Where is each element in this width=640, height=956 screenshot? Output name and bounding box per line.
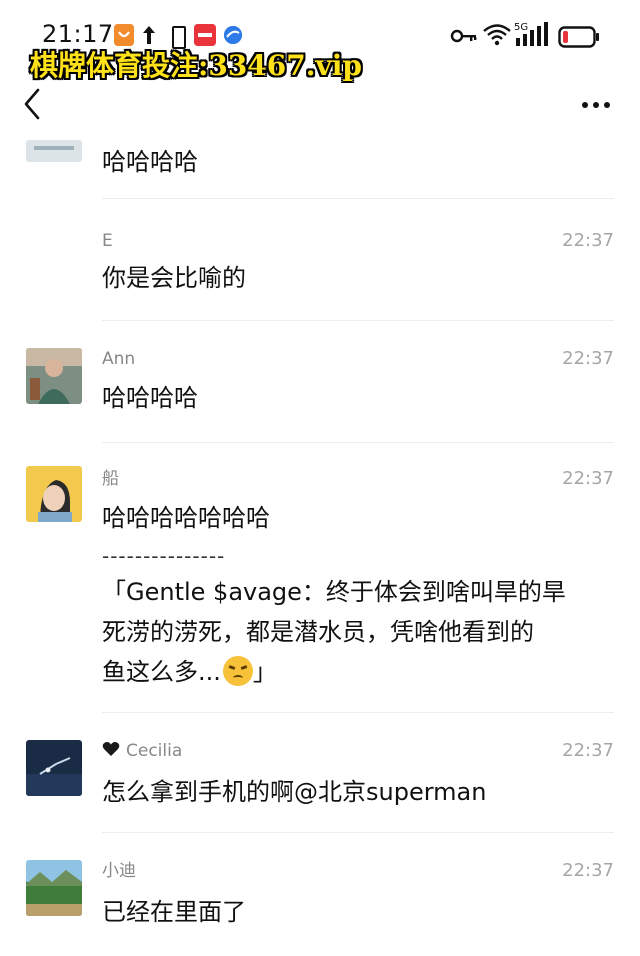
- divider: [102, 712, 614, 713]
- app-globe-icon: [224, 26, 242, 44]
- quote-line: 鱼这么多...: [102, 658, 221, 686]
- watermark-text: 棋牌体育投注:33467.vip: [30, 49, 362, 82]
- avatar[interactable]: [26, 466, 82, 522]
- quote-line: 「Gentle $avage：终于体会到啥叫旱的旱: [102, 578, 566, 606]
- message-item[interactable]: Ann 22:37 哈哈哈哈: [0, 346, 640, 446]
- battery-icon: [558, 26, 599, 48]
- network-label: 5G: [514, 22, 528, 33]
- avatar[interactable]: [26, 140, 82, 162]
- status-bar: 21:17 5G: [0, 0, 640, 49]
- message-item[interactable]: 船 22:37 哈哈哈哈哈哈哈 --------------- 「Gentle …: [0, 464, 640, 714]
- message-time: 22:37: [562, 230, 614, 251]
- message-sender: 小迪: [102, 861, 136, 881]
- message-sender: E: [102, 231, 113, 251]
- wifi-icon: [483, 24, 511, 46]
- avatar[interactable]: [26, 740, 82, 796]
- black-heart-icon: [102, 742, 120, 756]
- more-dots-icon: [582, 102, 588, 108]
- message-text: 你是会比喻的: [102, 264, 246, 292]
- quote-line: 死涝的涝死，都是潜水员，凭啥他看到的: [102, 618, 534, 646]
- avatar[interactable]: [26, 860, 82, 916]
- upload-icon: [142, 24, 156, 46]
- back-button[interactable]: [18, 86, 48, 122]
- avatar[interactable]: [26, 348, 82, 404]
- message-text: 哈哈哈哈哈哈哈: [102, 504, 270, 532]
- quote-line-last: 鱼这么多... 」: [102, 652, 622, 692]
- divider: [102, 320, 614, 321]
- message-item[interactable]: Cecilia 22:37 怎么拿到手机的啊@北京superman: [0, 738, 640, 836]
- message-item[interactable]: 小迪 22:37 已经在里面了: [0, 858, 640, 956]
- message-text: 已经在里面了: [102, 898, 246, 926]
- quote-end: 」: [252, 658, 277, 686]
- status-time: 21:17: [42, 20, 114, 48]
- key-icon: [450, 29, 477, 43]
- quote-separator: ---------------: [102, 544, 226, 568]
- message-text: 哈哈哈哈: [102, 384, 198, 412]
- message-item[interactable]: E 22:37 你是会比喻的: [0, 228, 640, 324]
- message-time: 22:37: [562, 740, 614, 761]
- divider: [102, 832, 614, 833]
- sender-name: Cecilia: [126, 741, 183, 761]
- message-time: 22:37: [562, 860, 614, 881]
- divider: [102, 442, 614, 443]
- signal-icon: 5G: [514, 22, 548, 46]
- message-sender: Cecilia: [102, 740, 182, 762]
- message-time: 22:37: [562, 468, 614, 489]
- message-text: 哈哈哈哈: [102, 148, 198, 176]
- message-text: 怎么拿到手机的啊@北京superman: [102, 778, 487, 806]
- divider: [102, 198, 614, 199]
- angry-face-emoji: [222, 656, 253, 686]
- message-sender: Ann: [102, 349, 136, 369]
- quoted-message: 「Gentle $avage：终于体会到啥叫旱的旱 死涝的涝死，都是潜水员，凭啥…: [102, 572, 622, 692]
- message-time: 22:37: [562, 348, 614, 369]
- more-options-button[interactable]: [578, 92, 614, 116]
- chat-screen: 21:17 5G 棋牌体育投注:33467.vip 哈哈哈哈 E 22:37 你…: [0, 0, 640, 956]
- chevron-left-icon: [24, 88, 40, 120]
- message-item[interactable]: 哈哈哈哈: [0, 140, 640, 200]
- app-notification-icon: [114, 24, 134, 46]
- message-sender: 船: [102, 469, 119, 489]
- app-badge-icon: [194, 24, 216, 46]
